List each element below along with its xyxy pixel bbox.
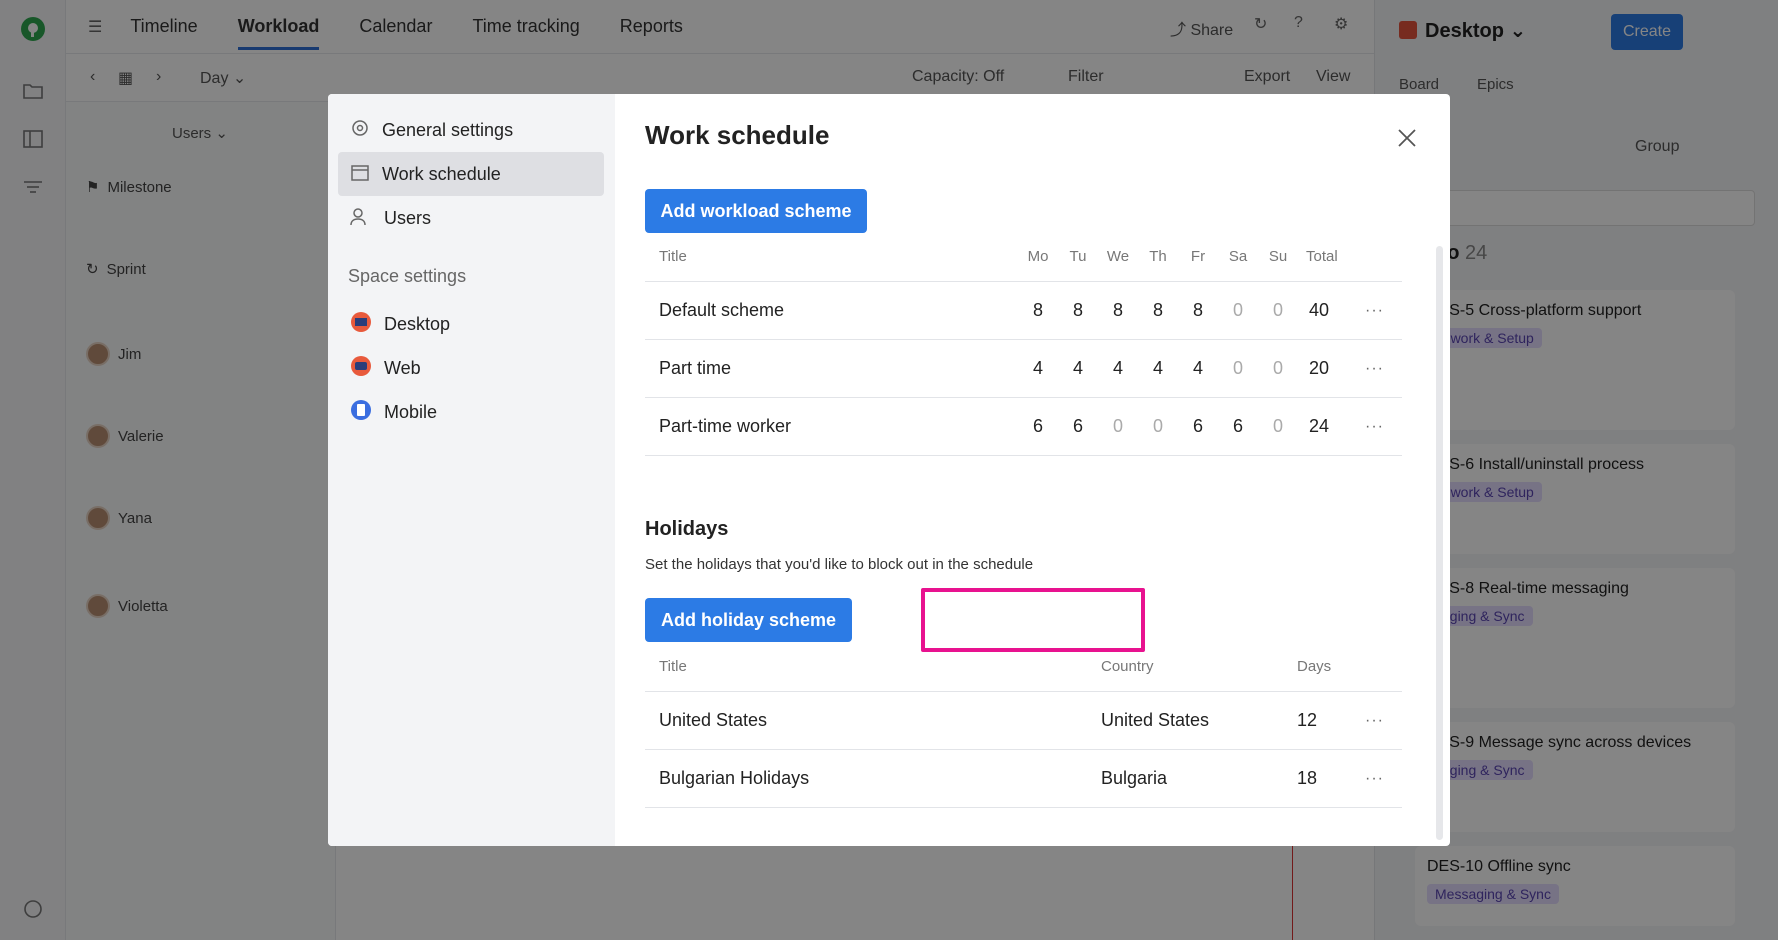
total-hours: 40 [1309, 300, 1330, 320]
users-icon [350, 206, 372, 231]
more-options-button[interactable]: ··· [1365, 750, 1384, 807]
more-options-button[interactable]: ··· [1365, 340, 1384, 397]
sidebar-item-web[interactable]: Web [338, 346, 604, 390]
sidebar-item-label: Desktop [384, 313, 451, 334]
sidebar-item-label: General settings [382, 119, 514, 140]
day-hours: 0 [1272, 416, 1283, 436]
column-header: Total [1306, 248, 1338, 265]
holiday-days: 18 [1297, 768, 1318, 788]
column-header: Tu [1069, 248, 1087, 265]
day-hours: 8 [1032, 300, 1043, 320]
settings-sidebar: General settings Work schedule Users Spa… [328, 94, 615, 846]
table-row[interactable]: Part time 4 4 4 4 4 0 0 20 ··· [645, 340, 1402, 398]
holiday-title: United States [659, 710, 768, 730]
column-header: Sa [1228, 248, 1248, 265]
scheme-title: Default scheme [659, 300, 785, 320]
desktop-space-icon [350, 311, 372, 338]
add-holiday-scheme-button[interactable]: Add holiday scheme [645, 598, 852, 642]
highlight-box [921, 588, 1145, 652]
scheme-title: Part time [659, 358, 732, 378]
table-row[interactable]: Part-time worker 6 6 0 0 6 6 0 24 ··· [645, 398, 1402, 456]
day-hours: 4 [1072, 358, 1083, 378]
space-settings-heading: Space settings [348, 266, 467, 286]
day-hours: 8 [1192, 300, 1203, 320]
day-hours: 6 [1032, 416, 1043, 436]
workload-table-header: Title Mo Tu We Th Fr Sa Su Total [645, 232, 1402, 282]
close-icon[interactable] [1393, 124, 1421, 152]
day-hours: 8 [1152, 300, 1163, 320]
table-row[interactable]: Default scheme 8 8 8 8 8 0 0 40 ··· [645, 282, 1402, 340]
day-hours: 4 [1112, 358, 1123, 378]
modal-scrollbar[interactable] [1436, 246, 1443, 840]
web-space-icon [350, 355, 372, 382]
more-options-button[interactable]: ··· [1365, 692, 1384, 749]
day-hours: 6 [1232, 416, 1243, 436]
sidebar-item-general-settings[interactable]: General settings [338, 108, 604, 152]
day-hours: 4 [1032, 358, 1043, 378]
column-header: Th [1149, 248, 1167, 265]
day-hours: 8 [1072, 300, 1083, 320]
holidays-description: Set the holidays that you'd like to bloc… [645, 556, 1034, 573]
column-header: Title [659, 658, 687, 675]
day-hours: 0 [1272, 358, 1283, 378]
more-options-button[interactable]: ··· [1365, 282, 1384, 339]
calendar-icon [350, 162, 370, 187]
more-options-button[interactable]: ··· [1365, 398, 1384, 455]
sidebar-item-label: Users [384, 207, 432, 228]
holiday-country: Bulgaria [1101, 768, 1168, 788]
gear-icon [350, 118, 370, 143]
page-title: Work schedule [645, 120, 830, 150]
column-header: Title [659, 248, 687, 265]
scheme-title: Part-time worker [659, 416, 792, 436]
sidebar-item-label: Web [384, 357, 421, 378]
add-workload-scheme-button[interactable]: Add workload scheme [645, 189, 867, 233]
day-hours: 0 [1112, 416, 1123, 436]
day-hours: 4 [1192, 358, 1203, 378]
column-header: Days [1297, 658, 1332, 675]
total-hours: 24 [1309, 416, 1330, 436]
column-header: We [1106, 248, 1130, 265]
day-hours: 6 [1192, 416, 1203, 436]
work-schedule-panel: Work schedule Add workload scheme Title … [615, 94, 1450, 846]
sidebar-item-users[interactable]: Users [338, 196, 604, 240]
column-header: Su [1268, 248, 1288, 265]
sidebar-item-label: Work schedule [382, 163, 501, 184]
holiday-country: United States [1101, 710, 1210, 730]
total-hours: 20 [1309, 358, 1330, 378]
table-row[interactable]: United States United States 12 ··· [645, 692, 1402, 750]
column-header: Mo [1027, 248, 1049, 265]
settings-modal: General settings Work schedule Users Spa… [328, 94, 1450, 846]
table-row[interactable]: Bulgarian Holidays Bulgaria 18 ··· [645, 750, 1402, 808]
sidebar-item-mobile[interactable]: Mobile [338, 390, 604, 434]
sidebar-item-label: Mobile [384, 401, 438, 422]
day-hours: 8 [1112, 300, 1123, 320]
sidebar-item-work-schedule[interactable]: Work schedule [338, 152, 604, 196]
day-hours: 0 [1272, 300, 1283, 320]
holiday-days: 12 [1297, 710, 1318, 730]
day-hours: 6 [1072, 416, 1083, 436]
holiday-title: Bulgarian Holidays [659, 768, 810, 788]
day-hours: 0 [1232, 300, 1243, 320]
mobile-space-icon [350, 399, 372, 426]
day-hours: 0 [1232, 358, 1243, 378]
day-hours: 4 [1152, 358, 1163, 378]
day-hours: 0 [1152, 416, 1163, 436]
column-header: Fr [1190, 248, 1206, 265]
holidays-heading: Holidays [645, 518, 729, 540]
sidebar-item-desktop[interactable]: Desktop [338, 302, 604, 346]
